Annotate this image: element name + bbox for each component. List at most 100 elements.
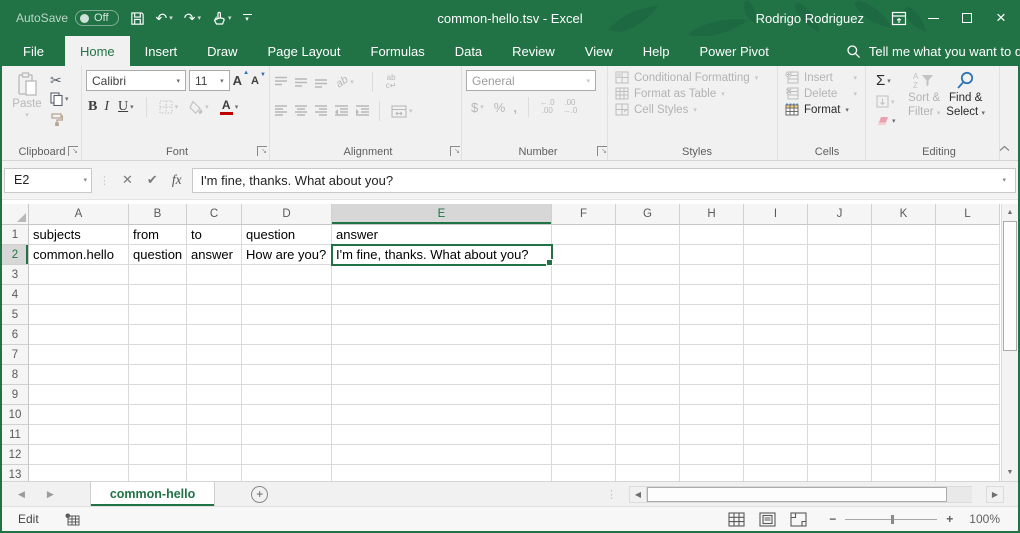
- increase-font-size-button[interactable]: A▲: [233, 73, 248, 88]
- cell-F11[interactable]: [552, 425, 616, 445]
- cell-K4[interactable]: [872, 285, 936, 305]
- align-left-button[interactable]: [274, 104, 288, 118]
- cell-K8[interactable]: [872, 365, 936, 385]
- fill-button[interactable]: ▾: [874, 94, 902, 109]
- cell-C11[interactable]: [187, 425, 242, 445]
- orientation-dropdown-arrow[interactable]: ▾: [350, 78, 354, 86]
- tab-draw[interactable]: Draw: [192, 36, 252, 66]
- cell-C12[interactable]: [187, 445, 242, 465]
- cell-K6[interactable]: [872, 325, 936, 345]
- cell-L4[interactable]: [936, 285, 1000, 305]
- column-header-A[interactable]: A: [29, 204, 129, 225]
- column-header-B[interactable]: B: [129, 204, 187, 225]
- cell-A8[interactable]: [29, 365, 129, 385]
- previous-sheet-arrow[interactable]: ◀: [18, 489, 25, 500]
- cell-C5[interactable]: [187, 305, 242, 325]
- cell-I3[interactable]: [744, 265, 808, 285]
- insert-dropdown-arrow[interactable]: ▾: [853, 74, 857, 82]
- name-box[interactable]: E2▾: [4, 168, 92, 193]
- cell-I9[interactable]: [744, 385, 808, 405]
- cell-J5[interactable]: [808, 305, 872, 325]
- cell-H10[interactable]: [680, 405, 744, 425]
- cell-H1[interactable]: [680, 225, 744, 245]
- select-all-corner[interactable]: [2, 204, 29, 225]
- macro-recording-button[interactable]: [65, 513, 80, 526]
- cell-H11[interactable]: [680, 425, 744, 445]
- decrease-indent-button[interactable]: [334, 104, 349, 118]
- normal-view-button[interactable]: [728, 512, 745, 527]
- tab-formulas[interactable]: Formulas: [356, 36, 440, 66]
- column-header-C[interactable]: C: [187, 204, 242, 225]
- insert-function-button[interactable]: fx: [172, 172, 182, 188]
- cell-A11[interactable]: [29, 425, 129, 445]
- row-header-11[interactable]: 11: [2, 425, 29, 445]
- format-as-table-button[interactable]: Format as Table▾: [615, 87, 773, 100]
- number-dialog-launcher[interactable]: ↘: [597, 146, 607, 156]
- cell-L1[interactable]: [936, 225, 1000, 245]
- cell-A10[interactable]: [29, 405, 129, 425]
- accounting-dropdown-arrow[interactable]: ▾: [480, 103, 484, 111]
- cell-B8[interactable]: [129, 365, 187, 385]
- autosum-button[interactable]: Σ▾: [874, 73, 902, 89]
- cell-D9[interactable]: [242, 385, 332, 405]
- cell-G6[interactable]: [616, 325, 680, 345]
- cell-G10[interactable]: [616, 405, 680, 425]
- increase-decimal-button[interactable]: ←.0.00: [540, 99, 555, 115]
- cell-H5[interactable]: [680, 305, 744, 325]
- tab-view[interactable]: View: [570, 36, 628, 66]
- close-button[interactable]: ×: [984, 0, 1018, 36]
- wrap-text-button[interactable]: abc↵: [386, 74, 397, 90]
- cell-D13[interactable]: [242, 465, 332, 481]
- align-top-button[interactable]: [274, 75, 288, 89]
- cell-B1[interactable]: from: [129, 225, 187, 245]
- cell-J10[interactable]: [808, 405, 872, 425]
- autosave-pill[interactable]: Off: [75, 10, 118, 26]
- cell-G12[interactable]: [616, 445, 680, 465]
- page-break-preview-button[interactable]: [790, 512, 807, 527]
- cell-E7[interactable]: [332, 345, 552, 365]
- cell-K1[interactable]: [872, 225, 936, 245]
- cell-L12[interactable]: [936, 445, 1000, 465]
- cell-G2[interactable]: [616, 245, 680, 265]
- cell-G11[interactable]: [616, 425, 680, 445]
- cell-L2[interactable]: [936, 245, 1000, 265]
- cell-L8[interactable]: [936, 365, 1000, 385]
- cell-E8[interactable]: [332, 365, 552, 385]
- cell-B9[interactable]: [129, 385, 187, 405]
- row-header-10[interactable]: 10: [2, 405, 29, 425]
- cell-C3[interactable]: [187, 265, 242, 285]
- cell-F7[interactable]: [552, 345, 616, 365]
- cell-E12[interactable]: [332, 445, 552, 465]
- column-header-I[interactable]: I: [744, 204, 808, 225]
- font-color-button[interactable]: A ▾: [218, 99, 241, 116]
- cell-L5[interactable]: [936, 305, 1000, 325]
- horizontal-scroll-thumb[interactable]: [647, 487, 947, 502]
- horizontal-scrollbar[interactable]: ◀ ▶: [629, 486, 1004, 503]
- cell-E4[interactable]: [332, 285, 552, 305]
- cell-L9[interactable]: [936, 385, 1000, 405]
- tab-data[interactable]: Data: [440, 36, 497, 66]
- cell-E3[interactable]: [332, 265, 552, 285]
- cell-K9[interactable]: [872, 385, 936, 405]
- cell-H6[interactable]: [680, 325, 744, 345]
- format-painter-button[interactable]: [48, 111, 71, 127]
- decrease-font-size-button[interactable]: A▼: [251, 75, 265, 87]
- cell-B2[interactable]: question: [129, 245, 187, 265]
- cell-L6[interactable]: [936, 325, 1000, 345]
- cell-G7[interactable]: [616, 345, 680, 365]
- formula-input[interactable]: I'm fine, thanks. What about you? ▾: [192, 168, 1016, 193]
- row-header-5[interactable]: 5: [2, 305, 29, 325]
- cell-C6[interactable]: [187, 325, 242, 345]
- cell-E1[interactable]: answer: [332, 225, 552, 245]
- row-header-1[interactable]: 1: [2, 225, 29, 245]
- cell-D4[interactable]: [242, 285, 332, 305]
- cell-B5[interactable]: [129, 305, 187, 325]
- row-header-2[interactable]: 2: [2, 245, 29, 265]
- cell-E10[interactable]: [332, 405, 552, 425]
- cell-K5[interactable]: [872, 305, 936, 325]
- borders-button[interactable]: ▾: [157, 99, 181, 115]
- cell-K7[interactable]: [872, 345, 936, 365]
- cell-G3[interactable]: [616, 265, 680, 285]
- tabbar-grip[interactable]: ⋮: [606, 488, 617, 501]
- underline-button[interactable]: U▾: [116, 98, 136, 116]
